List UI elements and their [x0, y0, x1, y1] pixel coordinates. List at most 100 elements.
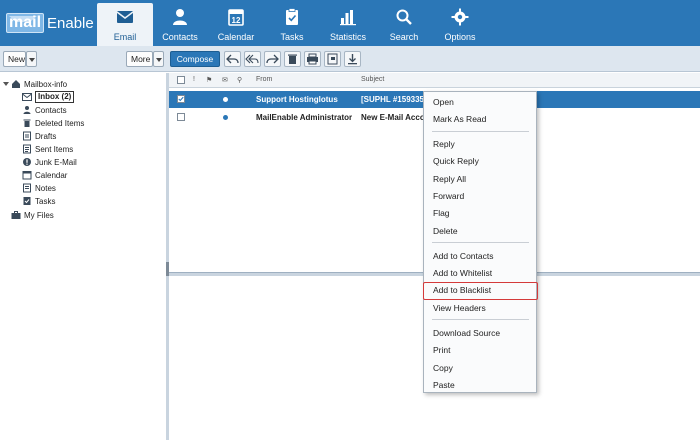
menu-item-download-source[interactable]: Download Source [424, 325, 536, 341]
nav-tab-contacts[interactable]: Contacts [152, 3, 208, 46]
menu-item-delete[interactable]: Delete [424, 223, 536, 239]
inbox-icon [22, 92, 32, 102]
menu-item-open[interactable]: Open [424, 94, 536, 110]
unread-dot-icon [223, 97, 228, 102]
gear-icon [432, 7, 488, 29]
menu-item-reply-all[interactable]: Reply All [424, 171, 536, 187]
menu-item-copy[interactable]: Copy [424, 360, 536, 376]
folder-pane: Mailbox-info Inbox (2) Contacts Deleted … [0, 73, 167, 440]
nav-tab-statistics[interactable]: Statistics [320, 3, 376, 46]
reply-icon[interactable] [224, 51, 241, 67]
row-checkbox-checked[interactable] [177, 95, 185, 103]
junk-icon [22, 157, 32, 167]
folder-label: Contacts [35, 105, 67, 115]
folder-label: Sent Items [35, 144, 74, 154]
nav-tab-label: Contacts [162, 32, 198, 42]
more-dropdown-button[interactable] [153, 51, 164, 67]
message-subject: [SUPHL #159335 [361, 95, 424, 104]
menu-item-reply[interactable]: Reply [424, 136, 536, 152]
from-column-header[interactable]: From [256, 76, 272, 83]
nav-tab-label: Statistics [329, 32, 366, 42]
folder-label: Notes [35, 183, 56, 193]
nav-tab-label: Calendar [217, 32, 255, 42]
trash-icon [22, 118, 32, 128]
top-nav-bar: mail Enable Email Contacts 12 Calendar T… [0, 0, 700, 46]
folder-label: Tasks [35, 196, 56, 206]
menu-item-add-to-contacts[interactable]: Add to Contacts [424, 248, 536, 264]
folder-item-notes[interactable]: Notes [22, 182, 56, 194]
briefcase-icon [11, 210, 21, 220]
folder-item-contacts[interactable]: Contacts [22, 104, 67, 116]
flag-icon[interactable] [324, 51, 341, 67]
nav-tab-label: Email [113, 32, 137, 42]
attachment-column-icon[interactable]: ⚲ [237, 76, 242, 84]
folder-item-sent-items[interactable]: Sent Items [22, 143, 73, 155]
menu-item-add-to-blacklist[interactable]: Add to Blacklist [423, 282, 538, 300]
menu-item-forward[interactable]: Forward [424, 188, 536, 204]
menu-item-paste[interactable]: Paste [424, 377, 536, 393]
message-from: Support Hostinglotus [256, 95, 338, 104]
download-icon[interactable] [344, 51, 361, 67]
logo-enable-text: Enable [47, 14, 94, 32]
nav-tab-search[interactable]: Search [376, 3, 432, 46]
print-icon[interactable] [304, 51, 321, 67]
message-list-header: ! ⚑ ✉ ⚲ From Subject [169, 73, 700, 88]
message-from: MailEnable Administrator [256, 113, 353, 122]
menu-item-quick-reply[interactable]: Quick Reply [424, 153, 536, 169]
folder-label: Deleted Items [35, 118, 85, 128]
folder-item-deleted-items[interactable]: Deleted Items [22, 117, 84, 129]
menu-item-add-to-whitelist[interactable]: Add to Whitelist [424, 265, 536, 281]
home-icon [11, 79, 21, 89]
reply-all-icon[interactable] [244, 51, 261, 67]
nav-tab-calendar[interactable]: 12 Calendar [208, 3, 264, 46]
menu-separator [432, 319, 529, 320]
folder-item-junk-email[interactable]: Junk E-Mail [22, 156, 77, 168]
context-menu: Open Mark As Read Reply Quick Reply Repl… [423, 91, 538, 393]
read-status-column-icon[interactable]: ✉ [222, 76, 228, 84]
nav-tab-options[interactable]: Options [432, 3, 488, 46]
compose-button[interactable]: Compose [170, 51, 220, 67]
menu-item-flag[interactable]: Flag [424, 205, 536, 221]
envelope-icon [97, 7, 153, 29]
menu-item-print[interactable]: Print [424, 342, 536, 358]
subject-column-header[interactable]: Subject [361, 76, 384, 83]
drafts-icon [22, 131, 32, 141]
forward-icon[interactable] [264, 51, 281, 67]
folder-item-calendar[interactable]: Calendar [22, 169, 67, 181]
message-subject: New E-Mail Acco [361, 113, 425, 122]
folder-label: My Files [24, 210, 54, 220]
folder-item-tasks[interactable]: Tasks [22, 195, 55, 207]
delete-icon[interactable] [284, 51, 301, 67]
collapse-arrow-icon[interactable] [3, 82, 9, 86]
folder-tree-root[interactable]: Mailbox-info [3, 78, 67, 90]
new-dropdown-button[interactable] [26, 51, 37, 67]
folder-item-inbox[interactable]: Inbox (2) [22, 91, 75, 103]
unread-dot-icon [223, 115, 228, 120]
logo-mail-text: mail [6, 13, 45, 33]
flag-column-icon[interactable]: ⚑ [206, 76, 212, 84]
bar-chart-icon [320, 7, 376, 29]
folder-label: Junk E-Mail [35, 157, 77, 167]
nav-tab-tasks[interactable]: Tasks [264, 3, 320, 46]
calendar-icon-number: 12 [232, 16, 241, 25]
mailenable-logo: mail Enable [6, 11, 94, 35]
new-button[interactable]: New [3, 51, 26, 67]
more-button[interactable]: More [126, 51, 153, 67]
magnifier-icon [376, 7, 432, 29]
person-icon [152, 7, 208, 29]
nav-tab-label: Search [389, 32, 419, 42]
nav-tab-label: Tasks [280, 32, 304, 42]
row-checkbox[interactable] [177, 113, 185, 121]
priority-column-icon[interactable]: ! [193, 76, 195, 83]
folder-item-my-files[interactable]: My Files [11, 209, 54, 221]
tasks-icon [22, 196, 32, 206]
mailbox-root-label: Mailbox-info [24, 79, 68, 89]
menu-item-view-headers[interactable]: View Headers [424, 300, 536, 316]
menu-separator [432, 242, 529, 243]
nav-tab-email[interactable]: Email [97, 3, 153, 46]
folder-item-drafts[interactable]: Drafts [22, 130, 56, 142]
menu-item-mark-as-read[interactable]: Mark As Read [424, 111, 536, 127]
select-all-checkbox[interactable] [177, 76, 185, 84]
toolbar: New More Compose [0, 46, 700, 72]
calendar-icon: 12 [208, 7, 264, 29]
